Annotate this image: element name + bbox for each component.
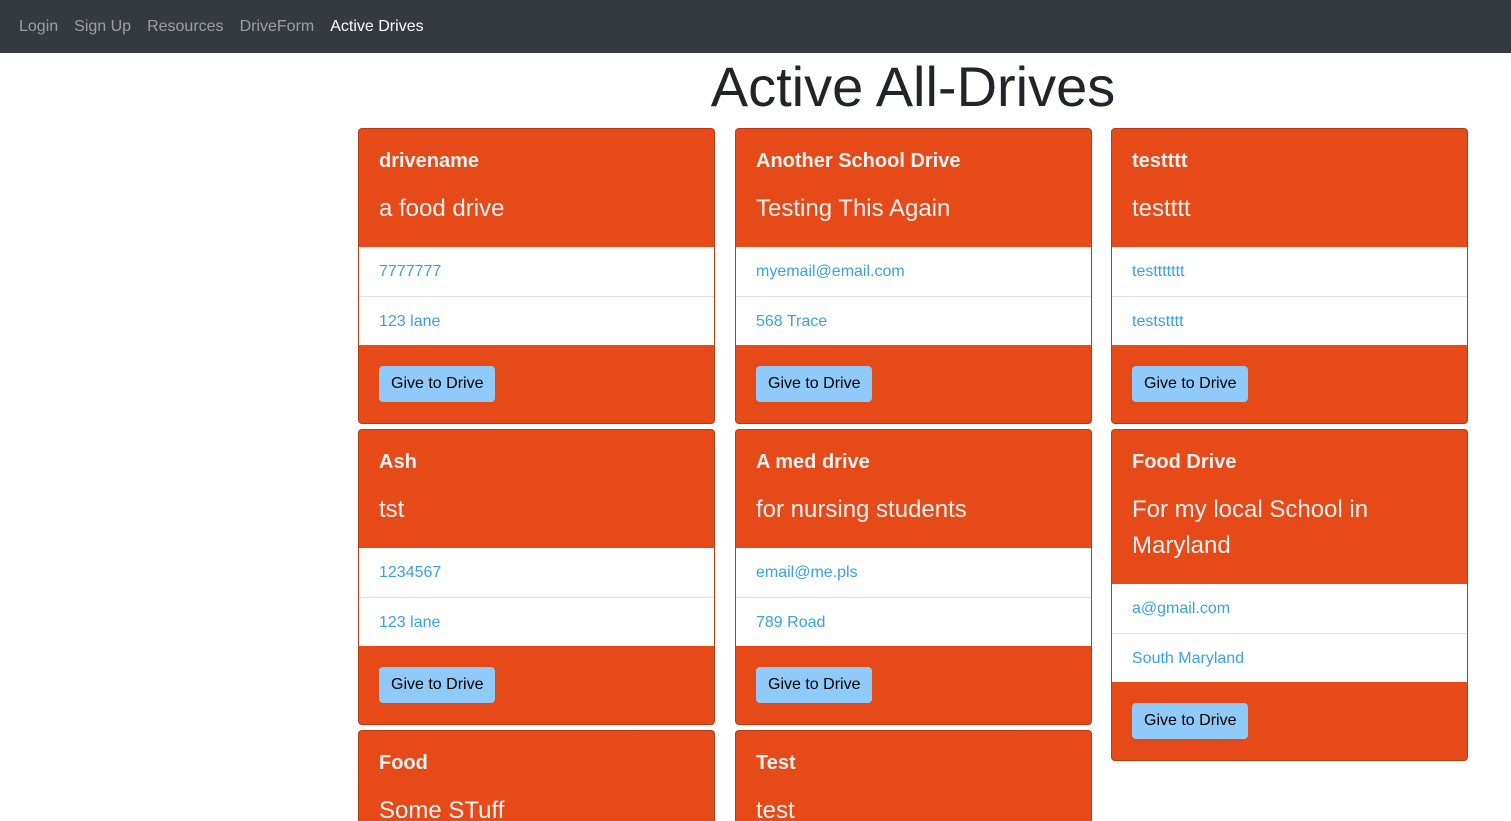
card-body: Ash tst: [359, 430, 714, 548]
give-to-drive-button[interactable]: Give to Drive: [379, 366, 496, 402]
card-body: A med drive for nursing students: [736, 430, 1091, 548]
page-title: Active All-Drives: [710, 55, 1116, 118]
drive-address-link[interactable]: teststttt: [1112, 296, 1467, 345]
drive-card: A med drive for nursing students email@m…: [735, 429, 1092, 725]
drive-card: testttt testttt testtttttt teststttt Giv…: [1111, 128, 1468, 424]
card-body: Food Some STuff: [359, 731, 714, 821]
give-to-drive-button[interactable]: Give to Drive: [756, 366, 873, 402]
nav-resources[interactable]: Resources: [139, 0, 231, 53]
nav-driveform[interactable]: DriveForm: [232, 0, 323, 53]
drive-contact-link[interactable]: a@gmail.com: [1112, 584, 1467, 633]
drive-name: Another School Drive: [756, 150, 961, 172]
drive-description: Some STuff: [379, 797, 505, 821]
drive-details: email@me.pls 789 Road: [736, 548, 1091, 646]
drive-description: for nursing students: [756, 496, 967, 523]
drive-name: drivename: [379, 150, 480, 172]
card-body: Another School Drive Testing This Again: [736, 129, 1091, 247]
give-to-drive-button[interactable]: Give to Drive: [1132, 366, 1249, 402]
drive-name: Food: [379, 752, 428, 774]
card-footer: Give to Drive: [736, 646, 1091, 724]
drive-card: Test test: [735, 730, 1092, 821]
drive-description: a food drive: [379, 195, 505, 222]
card-footer: Give to Drive: [359, 345, 714, 423]
card-body: Test test: [736, 731, 1091, 821]
drive-card: Food Drive For my local School in Maryla…: [1111, 429, 1468, 761]
card-body: Food Drive For my local School in Maryla…: [1112, 430, 1467, 584]
card-body: testttt testttt: [1112, 129, 1467, 247]
drive-name: Food Drive: [1132, 451, 1237, 473]
nav-login[interactable]: Login: [11, 0, 66, 53]
card-footer: Give to Drive: [736, 345, 1091, 423]
give-to-drive-button[interactable]: Give to Drive: [756, 667, 873, 703]
drive-address-link[interactable]: 123 lane: [359, 597, 714, 646]
drive-name: A med drive: [756, 451, 870, 473]
drive-description: Testing This Again: [756, 195, 951, 222]
give-to-drive-button[interactable]: Give to Drive: [379, 667, 496, 703]
drive-name: Ash: [379, 451, 417, 473]
card-footer: Give to Drive: [359, 646, 714, 724]
nav-sign-up[interactable]: Sign Up: [66, 0, 139, 53]
drive-details: 1234567 123 lane: [359, 548, 714, 646]
nav-active-drives[interactable]: Active Drives: [322, 0, 431, 53]
drive-description: test: [756, 797, 795, 821]
drive-address-link[interactable]: 123 lane: [359, 296, 714, 345]
give-to-drive-button[interactable]: Give to Drive: [1132, 703, 1249, 739]
drive-contact-link[interactable]: 1234567: [359, 548, 714, 597]
drive-address-link[interactable]: South Maryland: [1112, 633, 1467, 682]
card-footer: Give to Drive: [1112, 682, 1467, 760]
card-body: drivename a food drive: [359, 129, 714, 247]
drive-card: Ash tst 1234567 123 lane Give to Drive: [358, 429, 715, 725]
drive-description: For my local School in Maryland: [1132, 496, 1369, 559]
drive-card: Food Some STuff: [358, 730, 715, 821]
card-footer: Give to Drive: [1112, 345, 1467, 423]
drive-description: testttt: [1132, 195, 1191, 222]
drive-details: myemail@email.com 568 Trace: [736, 247, 1091, 345]
drive-contact-link[interactable]: email@me.pls: [736, 548, 1091, 597]
drive-contact-link[interactable]: 7777777: [359, 247, 714, 296]
drive-card: drivename a food drive 7777777 123 lane …: [358, 128, 715, 424]
drive-details: a@gmail.com South Maryland: [1112, 584, 1467, 682]
drive-details: testtttttt teststttt: [1112, 247, 1467, 345]
drive-description: tst: [379, 496, 405, 523]
drive-address-link[interactable]: 789 Road: [736, 597, 1091, 646]
drive-contact-link[interactable]: testtttttt: [1112, 247, 1467, 296]
drive-name: testttt: [1132, 150, 1188, 172]
drive-details: 7777777 123 lane: [359, 247, 714, 345]
navbar: Login Sign Up Resources DriveForm Active…: [0, 0, 1511, 53]
drive-contact-link[interactable]: myemail@email.com: [736, 247, 1091, 296]
drive-card: Another School Drive Testing This Again …: [735, 128, 1092, 424]
drive-address-link[interactable]: 568 Trace: [736, 296, 1091, 345]
drive-name: Test: [756, 752, 796, 774]
